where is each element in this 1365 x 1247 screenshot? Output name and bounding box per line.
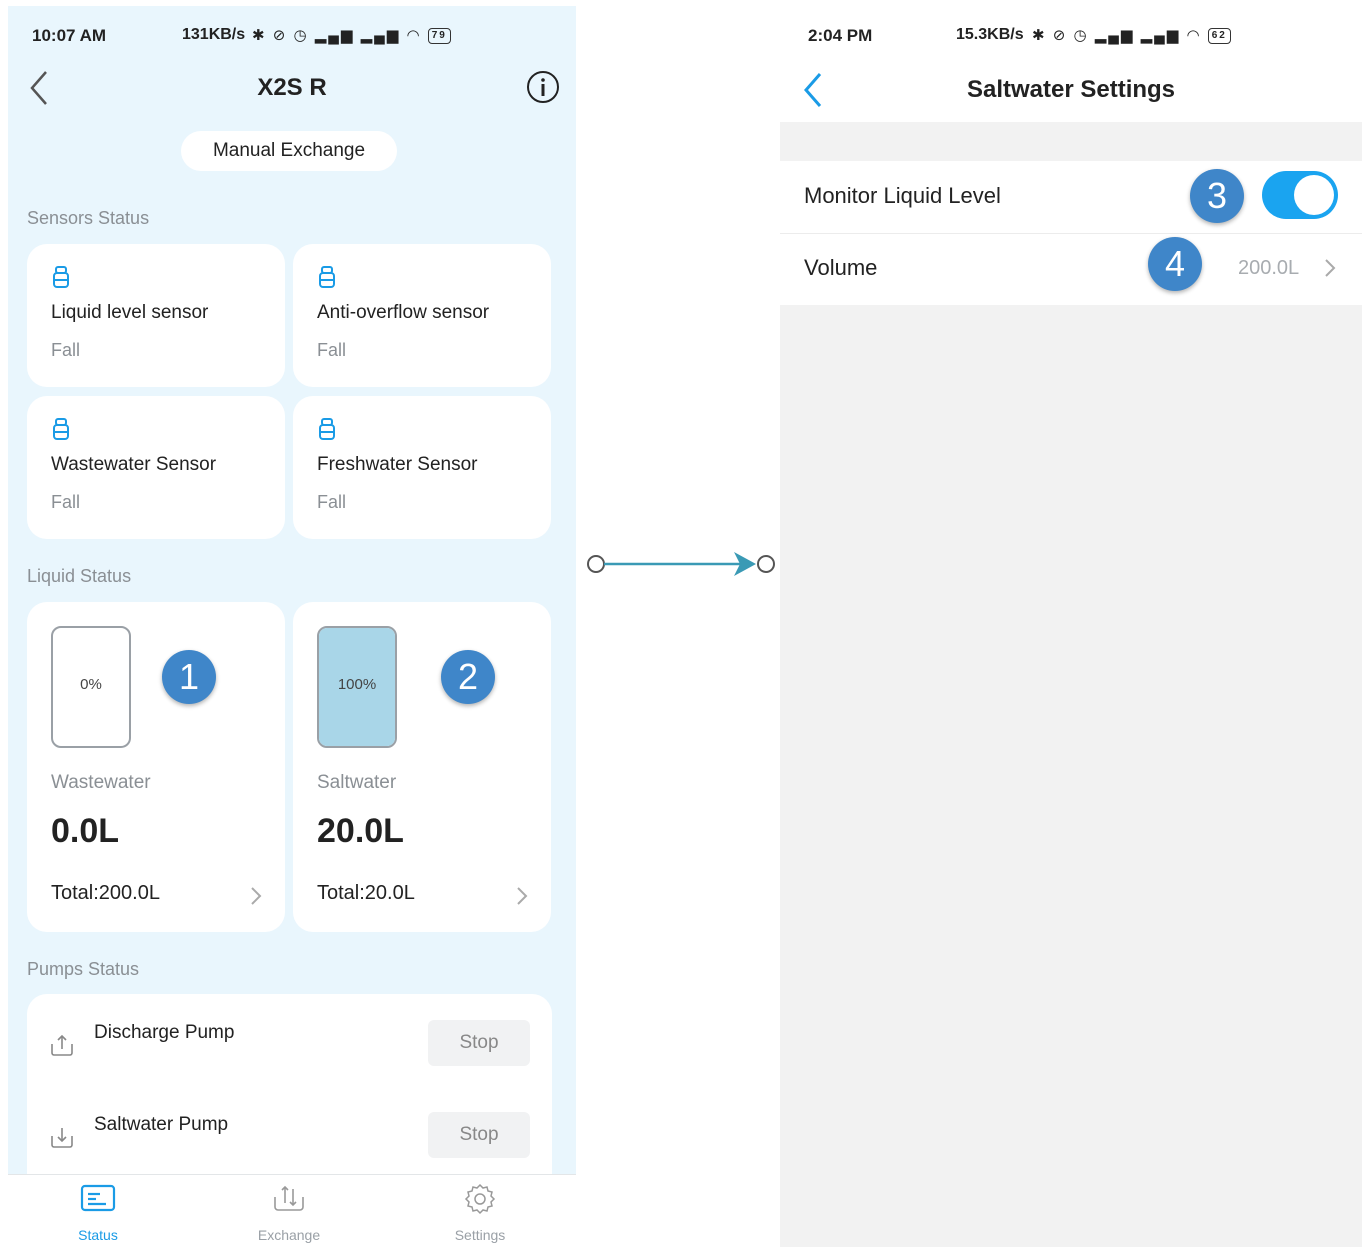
liquid-name: Saltwater	[317, 772, 397, 793]
setting-row-volume[interactable]: Volume 4 200.0L	[780, 233, 1362, 305]
sensor-icon	[319, 418, 335, 440]
status-bar: 10:07 AM 131KB/s ✱ ⊘ ◷ ▂▄▆ ▂▄▆ ◠ 79	[8, 26, 576, 50]
liquid-name: Wastewater	[51, 772, 151, 793]
sensors-status-heading: Sensors Status	[27, 208, 150, 228]
battery-icon: 62	[1207, 28, 1231, 45]
network-speed: 131KB/s	[182, 26, 246, 43]
page-title: Saltwater Settings	[966, 76, 1176, 103]
network-speed: 15.3KB/s	[956, 26, 1024, 43]
upload-icon	[51, 1034, 73, 1056]
pump-row-saltwater: Saltwater Pump Stop	[27, 1092, 552, 1172]
sensor-value: Fall	[317, 492, 347, 512]
tab-settings[interactable]: Settings	[420, 1175, 540, 1247]
volume-label: Volume	[804, 255, 878, 280]
manual-exchange-button[interactable]: Manual Exchange	[181, 131, 397, 171]
tab-label: Exchange	[257, 1227, 321, 1243]
sensor-name: Liquid level sensor	[51, 302, 209, 323]
header: 2:04 PM 15.3KB/s ✱ ⊘ ◷ ▂▄▆ ▂▄▆ ◠ 62 Salt…	[780, 6, 1362, 122]
tab-label: Settings	[454, 1227, 506, 1243]
sensor-card-liquid-level: Liquid level sensor Fall	[27, 244, 285, 387]
system-icons: ✱ ⊘ ◷ ▂▄▆ ▂▄▆ ◠ 62	[1032, 26, 1231, 45]
sensor-value: Fall	[51, 340, 81, 360]
liquid-status-heading: Liquid Status	[27, 566, 132, 586]
tank-percent: 100%	[337, 676, 377, 693]
monitor-liquid-level-label: Monitor Liquid Level	[804, 183, 1001, 208]
battery-icon: 79	[427, 28, 451, 45]
liquid-amount: 20.0L	[317, 812, 404, 850]
sensor-value: Fall	[51, 492, 81, 512]
toggle-knob	[1294, 175, 1334, 215]
chevron-right-icon[interactable]	[249, 884, 263, 908]
pump-name: Saltwater Pump	[94, 1114, 229, 1135]
sensor-icon	[53, 266, 69, 288]
sensor-value: Fall	[317, 340, 347, 360]
download-icon	[51, 1128, 73, 1148]
setting-row-monitor: Monitor Liquid Level 3	[780, 161, 1362, 234]
status-time: 2:04 PM	[808, 26, 873, 45]
tank-percent: 0%	[80, 676, 102, 693]
callout-badge: 2	[441, 650, 495, 704]
status-time: 10:07 AM	[32, 26, 107, 45]
liquid-card-wastewater[interactable]: 0% 1 Wastewater 0.0L Total:200.0L	[27, 602, 285, 932]
status-screen: 10:07 AM 131KB/s ✱ ⊘ ◷ ▂▄▆ ▂▄▆ ◠ 79 X2S …	[8, 6, 576, 1247]
tab-exchange[interactable]: Exchange	[229, 1175, 349, 1247]
volume-value: 200.0L	[1238, 257, 1300, 279]
sensor-name: Wastewater Sensor	[51, 454, 217, 475]
sensor-name: Freshwater Sensor	[317, 454, 478, 475]
sensor-card-anti-overflow: Anti-overflow sensor Fall	[293, 244, 551, 387]
system-icons-glyphs: ✱ ⊘ ◷ ▂▄▆ ▂▄▆ ◠	[252, 27, 422, 44]
page-title: X2S R	[257, 74, 327, 101]
callout-badge: 1	[162, 650, 216, 704]
status-icon	[80, 1184, 116, 1212]
tab-status[interactable]: Status	[38, 1175, 158, 1247]
system-icons: ✱ ⊘ ◷ ▂▄▆ ▂▄▆ ◠ 79	[252, 26, 451, 45]
saltwater-settings-screen: 2:04 PM 15.3KB/s ✱ ⊘ ◷ ▂▄▆ ▂▄▆ ◠ 62 Salt…	[780, 6, 1362, 1247]
sensor-card-wastewater: Wastewater Sensor Fall	[27, 396, 285, 539]
info-icon[interactable]	[526, 70, 560, 104]
sensor-name: Anti-overflow sensor	[317, 302, 490, 323]
settings-list: Monitor Liquid Level 3 Volume 4 200.0L	[780, 161, 1362, 305]
sensor-icon	[53, 418, 69, 440]
monitor-liquid-level-toggle[interactable]	[1262, 171, 1338, 219]
liquid-total: Total:20.0L	[317, 882, 415, 904]
bottom-tab-bar: Status Exchange Settings	[8, 1174, 576, 1247]
stop-button[interactable]: Stop	[428, 1112, 530, 1158]
stop-button[interactable]: Stop	[428, 1020, 530, 1066]
pumps-status-heading: Pumps Status	[27, 959, 140, 979]
exchange-icon	[274, 1185, 304, 1211]
status-bar: 2:04 PM 15.3KB/s ✱ ⊘ ◷ ▂▄▆ ▂▄▆ ◠ 62	[780, 26, 1362, 50]
chevron-right-icon[interactable]	[1324, 257, 1336, 279]
connector-arrow-icon	[587, 552, 775, 576]
chevron-right-icon[interactable]	[515, 884, 529, 908]
system-icons-glyphs: ✱ ⊘ ◷ ▂▄▆ ▂▄▆ ◠	[1032, 27, 1202, 44]
callout-badge: 4	[1148, 237, 1202, 291]
gear-icon	[464, 1183, 496, 1215]
callout-badge: 3	[1190, 169, 1244, 223]
tab-label: Status	[78, 1227, 118, 1243]
liquid-amount: 0.0L	[51, 812, 120, 850]
pump-row-discharge: Discharge Pump Stop	[27, 1000, 552, 1080]
liquid-card-saltwater[interactable]: 100% 2 Saltwater 20.0L Total:20.0L	[293, 602, 551, 932]
liquid-total: Total:200.0L	[51, 882, 160, 904]
tank-gauge: 0%	[51, 626, 131, 748]
sensor-icon	[319, 266, 335, 288]
tank-gauge: 100%	[317, 626, 397, 748]
pump-name: Discharge Pump	[94, 1022, 235, 1043]
sensor-card-freshwater: Freshwater Sensor Fall	[293, 396, 551, 539]
pumps-card: Discharge Pump Stop Saltwater Pump Stop	[27, 994, 552, 1194]
